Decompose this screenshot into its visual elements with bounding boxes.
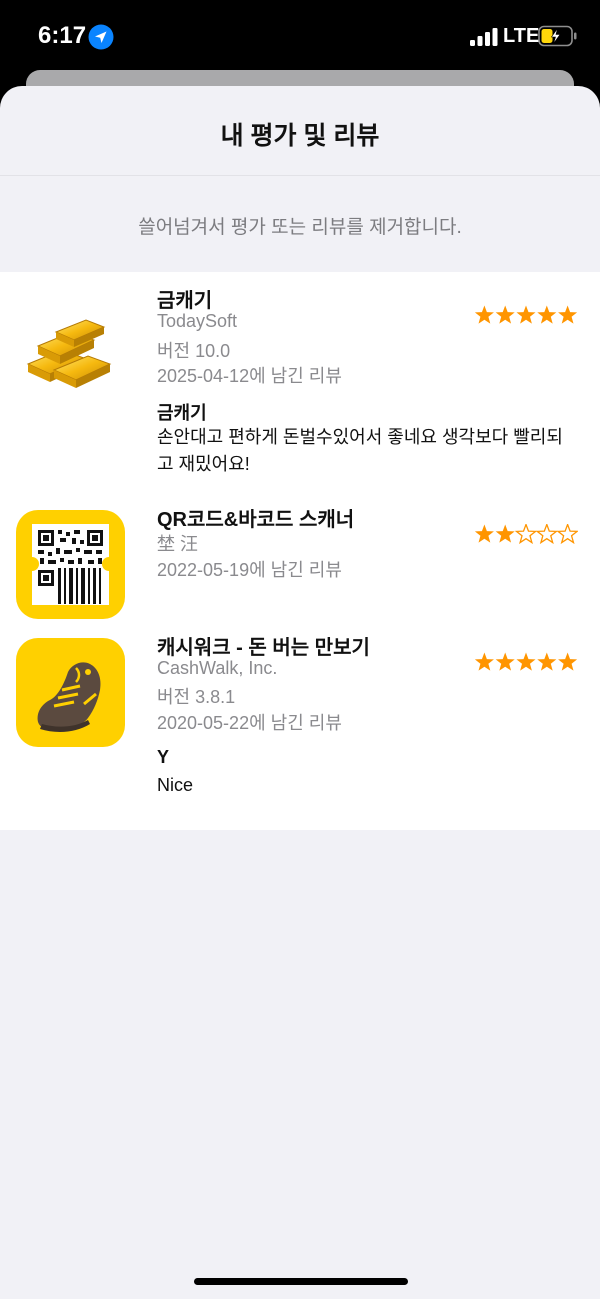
star-empty (556, 524, 578, 544)
battery-charging-icon (538, 25, 577, 47)
app-name: QR코드&바코드 스캐너 (157, 509, 355, 531)
review-date: 2025-04-12에 남긴 리뷰 (157, 366, 342, 386)
gold-bars-icon[interactable] (16, 292, 125, 401)
ratings-reviews-sheet: 내 평가 및 리뷰 쓸어넘겨서 평가 또는 리뷰를 제거합니다. 금캐기 Tod… (0, 86, 600, 1299)
star-rating (474, 305, 578, 324)
status-time: 6:17 (38, 22, 87, 49)
star-filled (474, 524, 494, 543)
swipe-hint-text: 쓸어넘겨서 평가 또는 리뷰를 제거합니다. (138, 217, 462, 238)
review-date: 2020-05-22에 남긴 리뷰 (157, 713, 342, 733)
review-body: Nice (157, 775, 194, 795)
star-filled (516, 652, 536, 671)
review-item-qr-scanner[interactable]: QR코드&바코드 스캐너 埜 汪 2022-05-19에 남긴 리뷰 (0, 490, 600, 633)
review-title: Y (157, 747, 170, 767)
home-indicator[interactable] (194, 1278, 408, 1285)
star-empty (514, 524, 538, 544)
star-filled (495, 524, 515, 543)
review-body: 손안대고 편하게 돈벌수있어서 좋네요 생각보다 빨리되고 재밌어요! (157, 427, 563, 474)
developer-name: 埜 汪 (157, 534, 199, 554)
review-list: 금캐기 TodaySoft 버전 10.0 2025-04-12에 남긴 리뷰 … (0, 272, 600, 830)
divider (0, 175, 600, 176)
status-bar: 6:17 LTE (0, 0, 600, 72)
sneaker-icon[interactable] (16, 638, 125, 747)
star-rating (474, 524, 578, 544)
qr-barcode-icon[interactable] (16, 510, 125, 619)
app-version: 버전 10.0 (157, 341, 231, 361)
review-date: 2022-05-19에 남긴 리뷰 (157, 560, 342, 580)
location-arrow-icon (88, 24, 114, 50)
cellular-signal-icon (470, 28, 498, 46)
star-filled (558, 305, 578, 324)
star-filled (495, 652, 515, 671)
star-filled (474, 652, 494, 671)
star-rating (474, 652, 578, 671)
app-version: 버전 3.8.1 (157, 687, 236, 707)
review-item-cashwalk[interactable]: 캐시워크 - 돈 버는 만보기 CashWalk, Inc. 버전 3.8.1 … (0, 633, 600, 830)
star-filled (537, 305, 557, 324)
star-filled (558, 652, 578, 671)
review-title: 금캐기 (157, 403, 207, 423)
app-name: 캐시워크 - 돈 버는 만보기 (157, 637, 370, 659)
star-filled (537, 652, 557, 671)
star-filled (495, 305, 515, 324)
review-item-geumkaegi[interactable]: 금캐기 TodaySoft 버전 10.0 2025-04-12에 남긴 리뷰 … (0, 272, 600, 490)
star-filled (474, 305, 494, 324)
developer-name: TodaySoft (157, 311, 238, 331)
star-empty (535, 524, 559, 544)
page-title: 내 평가 및 리뷰 (220, 122, 380, 150)
network-type: LTE (503, 25, 540, 47)
star-filled (516, 305, 536, 324)
app-name: 금캐기 (157, 290, 213, 312)
developer-name: CashWalk, Inc. (157, 658, 278, 678)
